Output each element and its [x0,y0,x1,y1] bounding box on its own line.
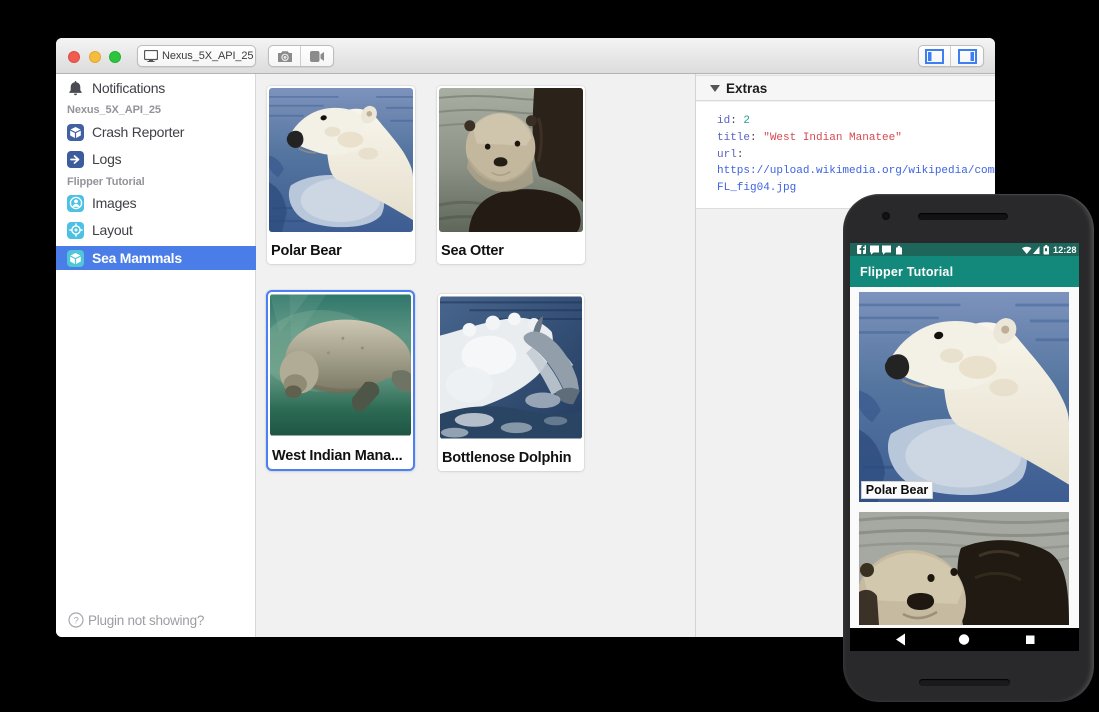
svg-text:?: ? [73,615,78,626]
svg-text:12:28: 12:28 [1053,245,1077,255]
